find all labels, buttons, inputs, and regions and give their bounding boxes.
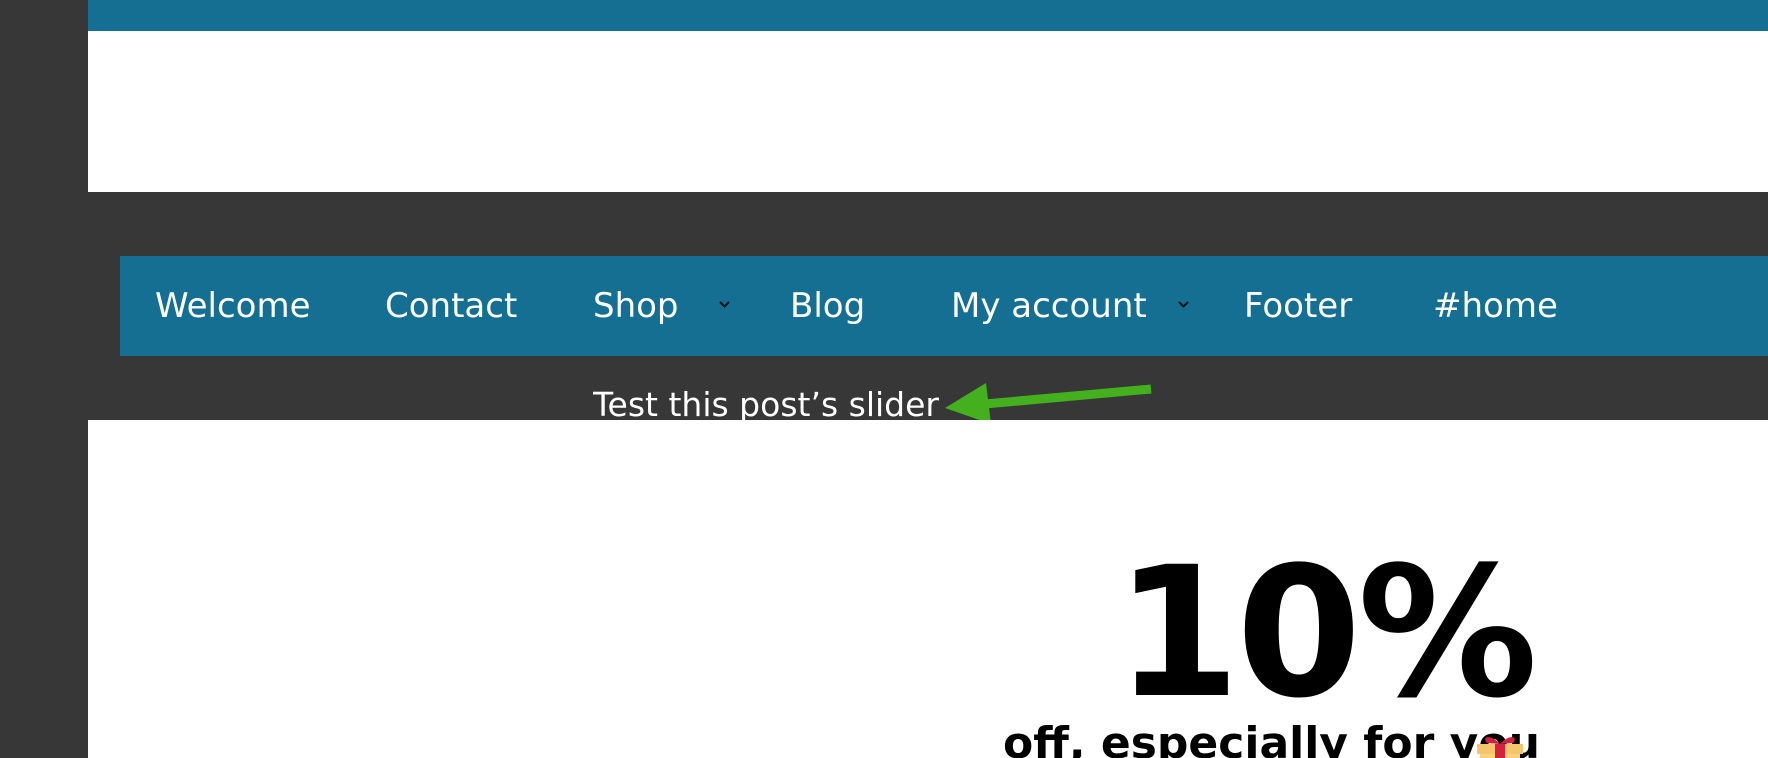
menu-item-footer[interactable]: Footer [1244,256,1352,356]
primary-menu: Welcome Contact Shop Blog My account Foo… [120,256,1768,356]
arrow-left-icon [945,383,1152,424]
menu-item-contact[interactable]: Contact [385,256,517,356]
menu-item-my-account[interactable]: My account [951,256,1147,356]
chevron-down-icon[interactable] [719,299,730,310]
chevron-down-icon[interactable] [1178,299,1189,310]
header-area [88,31,1768,192]
menu-item-welcome[interactable]: Welcome [155,256,311,356]
top-bar [88,0,1768,31]
main-content: 10% off, especially for you [88,420,1768,758]
page: Welcome Contact Shop Blog My account Foo… [0,0,1768,758]
gift-icon [1477,737,1523,758]
menu-item-shop[interactable]: Shop [593,256,679,356]
menu-item-blog[interactable]: Blog [790,256,865,356]
menu-item-home[interactable]: #home [1433,256,1558,356]
submenu-item-slider[interactable]: Test this post’s slider [593,380,939,420]
offer-text: off, especially for you [1003,718,1540,758]
discount-percent: 10% [1115,529,1538,738]
